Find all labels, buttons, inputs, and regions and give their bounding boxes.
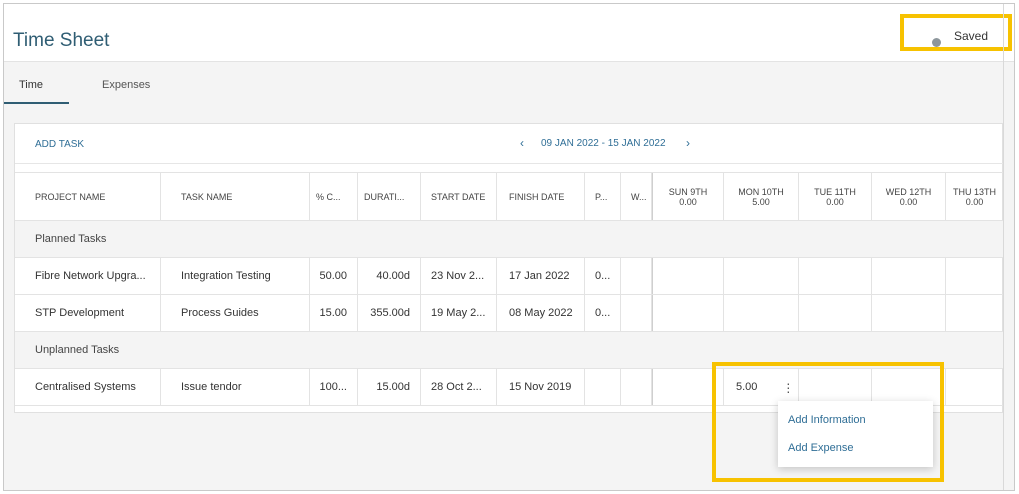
column-header-w[interactable]: W... <box>621 173 652 220</box>
project-name-cell: Fibre Network Upgra... <box>15 258 161 294</box>
start-date-cell: 23 Nov 2... <box>421 258 497 294</box>
time-entry-mon[interactable] <box>724 295 799 331</box>
p-cell <box>585 369 621 405</box>
p-cell: 0... <box>585 258 621 294</box>
day-label: SUN 9TH <box>668 186 708 197</box>
task-name-cell: Issue tendor <box>161 369 310 405</box>
day-total: 0.00 <box>679 196 697 207</box>
start-date-cell: 19 May 2... <box>421 295 497 331</box>
duration-cell: 355.00d <box>358 295 421 331</box>
timesheet-toolbar: ADD TASK ‹ 09 JAN 2022 - 15 JAN 2022 › <box>15 124 1004 164</box>
finish-date-cell: 08 May 2022 <box>497 295 585 331</box>
time-entry-wed[interactable] <box>872 258 946 294</box>
project-name-cell: Centralised Systems <box>15 369 161 405</box>
page-title: Time Sheet <box>13 30 110 51</box>
day-label: THU 13TH <box>952 186 996 197</box>
duration-cell: 40.00d <box>358 258 421 294</box>
tab-bar: Time Expenses <box>4 62 1003 106</box>
column-header-p[interactable]: P... <box>585 173 621 220</box>
day-total: 5.00 <box>752 196 770 207</box>
day-header-tue: TUE 11TH 0.00 <box>799 173 872 220</box>
w-cell <box>621 369 652 405</box>
project-name-cell: STP Development <box>15 295 161 331</box>
group-row-planned: Planned Tasks <box>15 221 1004 258</box>
saved-status-text: Saved <box>954 29 989 43</box>
time-entry-thu[interactable] <box>946 258 1004 294</box>
duration-cell: 15.00d <box>358 369 421 405</box>
add-expense-menu-item[interactable]: Add Expense <box>788 442 853 454</box>
context-menu: Add Information Add Expense <box>778 401 933 467</box>
active-tab-indicator <box>4 102 69 104</box>
w-cell <box>621 258 652 294</box>
time-entry-sun[interactable] <box>652 258 724 294</box>
group-label: Planned Tasks <box>35 233 107 245</box>
tab-expenses[interactable]: Expenses <box>102 79 150 91</box>
column-header-task-name[interactable]: TASK NAME <box>161 173 310 220</box>
time-entry-sun[interactable] <box>652 295 724 331</box>
column-header-start-date[interactable]: START DATE <box>421 173 497 220</box>
day-header-thu: THU 13TH 0.00 <box>946 173 1004 220</box>
day-header-wed: WED 12TH 0.00 <box>872 173 946 220</box>
date-range-label: 09 JAN 2022 - 15 JAN 2022 <box>541 138 666 149</box>
percent-complete-cell: 100... <box>310 369 358 405</box>
p-cell: 0... <box>585 295 621 331</box>
day-total: 0.00 <box>965 196 984 207</box>
day-label: TUE 11TH <box>814 186 856 197</box>
panel-divider <box>1003 4 1004 490</box>
day-total: 0.00 <box>899 196 918 207</box>
add-task-button[interactable]: ADD TASK <box>35 139 84 150</box>
previous-week-icon[interactable]: ‹ <box>520 136 524 150</box>
day-label: MON 10TH <box>738 186 784 197</box>
tab-time[interactable]: Time <box>19 79 43 91</box>
time-entry-tue[interactable] <box>799 295 872 331</box>
day-header-sun: SUN 9TH 0.00 <box>652 173 724 220</box>
table-row[interactable]: STP Development Process Guides 15.00 355… <box>15 295 1004 332</box>
group-label: Unplanned Tasks <box>35 344 120 356</box>
w-cell <box>621 295 652 331</box>
day-header-mon: MON 10TH 5.00 <box>724 173 799 220</box>
add-information-menu-item[interactable]: Add Information <box>788 414 866 426</box>
finish-date-cell: 15 Nov 2019 <box>497 369 585 405</box>
next-week-icon[interactable]: › <box>686 136 690 150</box>
time-entry-thu[interactable] <box>946 369 1004 405</box>
column-header-finish-date[interactable]: FINISH DATE <box>497 173 585 220</box>
column-header-project-name[interactable]: PROJECT NAME <box>15 173 161 220</box>
status-dot-icon <box>932 38 941 47</box>
table-header-row: PROJECT NAME TASK NAME % C... DURATI... … <box>15 172 1004 221</box>
column-header-duration[interactable]: DURATI... <box>358 173 421 220</box>
day-label: WED 12TH <box>885 186 932 197</box>
time-entry-thu[interactable] <box>946 295 1004 331</box>
saved-status-highlight: Saved <box>900 14 1012 51</box>
percent-complete-cell: 50.00 <box>310 258 358 294</box>
start-date-cell: 28 Oct 2... <box>421 369 497 405</box>
task-name-cell: Process Guides <box>161 295 310 331</box>
day-total: 0.00 <box>826 196 844 207</box>
page-header: Time Sheet Saved <box>4 4 1014 62</box>
task-name-cell: Integration Testing <box>161 258 310 294</box>
table-row[interactable]: Fibre Network Upgra... Integration Testi… <box>15 258 1004 295</box>
column-header-percent-complete[interactable]: % C... <box>310 173 358 220</box>
percent-complete-cell: 15.00 <box>310 295 358 331</box>
time-entry-tue[interactable] <box>799 258 872 294</box>
time-entry-wed[interactable] <box>872 295 946 331</box>
time-entry-mon[interactable] <box>724 258 799 294</box>
finish-date-cell: 17 Jan 2022 <box>497 258 585 294</box>
